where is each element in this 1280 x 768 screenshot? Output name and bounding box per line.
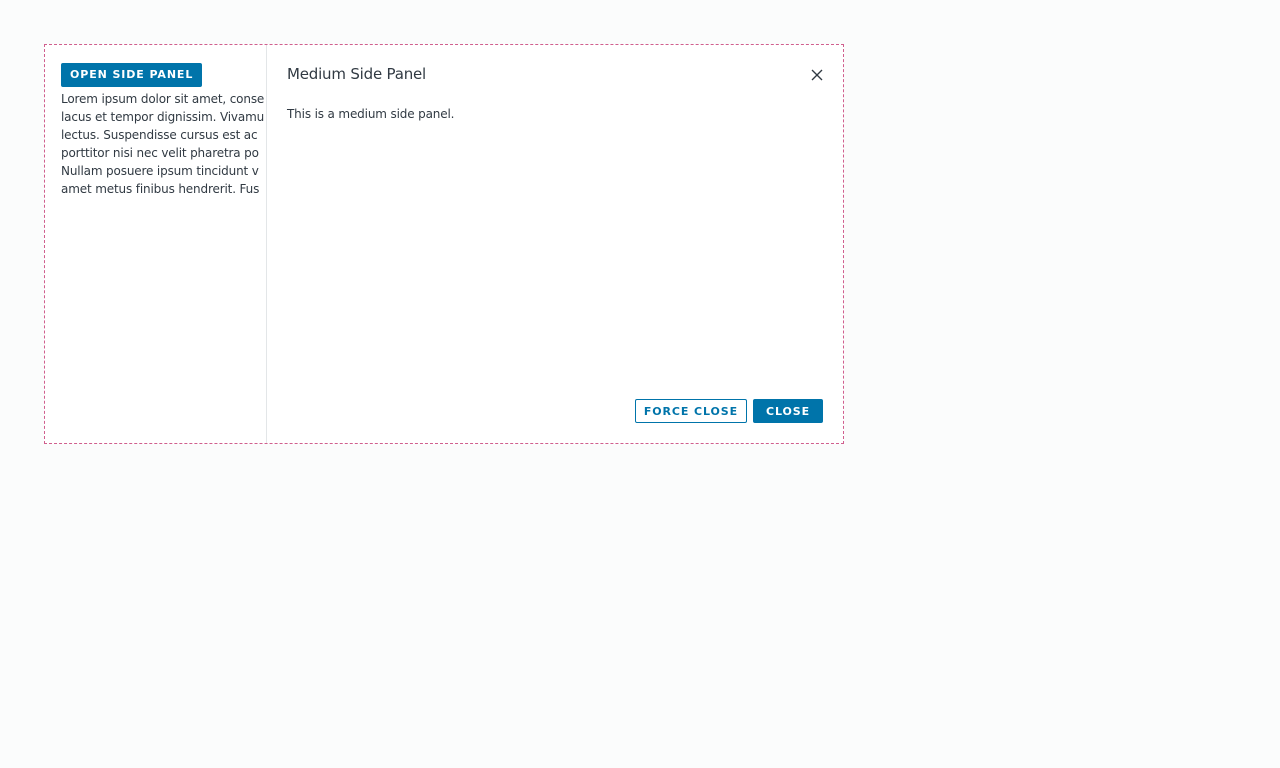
side-panel-body: This is a medium side panel. (287, 107, 455, 121)
close-button[interactable]: CLOSE (753, 399, 823, 423)
force-close-button[interactable]: FORCE CLOSE (634, 399, 748, 423)
side-panel-footer: FORCE CLOSE CLOSE (634, 399, 823, 423)
side-panel-title: Medium Side Panel (287, 65, 427, 83)
close-icon-svg (811, 69, 823, 81)
side-panel: Medium Side Panel This is a medium side … (266, 45, 843, 443)
close-icon[interactable] (809, 67, 825, 83)
demo-frame: OPEN SIDE PANEL Lorem ipsum dolor sit am… (44, 44, 844, 444)
open-side-panel-button[interactable]: OPEN SIDE PANEL (61, 63, 203, 87)
